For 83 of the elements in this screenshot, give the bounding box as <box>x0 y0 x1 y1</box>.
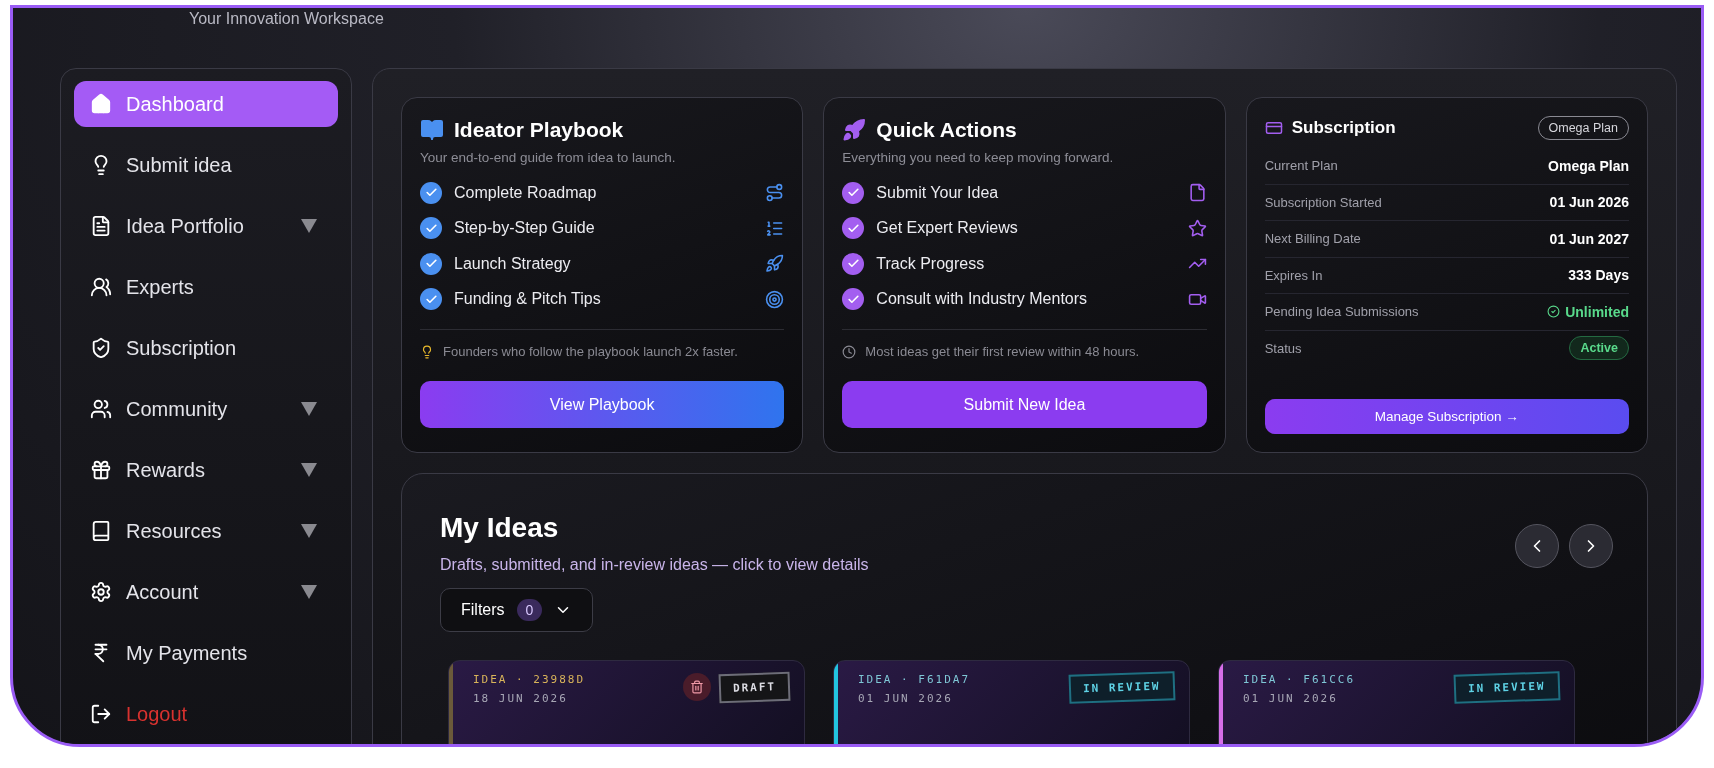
idea-card[interactable]: IDEA · F61DA7 01 JUN 2026 IN REVIEW <box>833 660 1190 744</box>
star-icon <box>1187 218 1207 238</box>
tip-text: Most ideas get their first review within 48 hours. <box>865 344 1140 359</box>
detail-label: Pending Idea Submissions <box>1264 304 1419 320</box>
card-title: Ideator Playbook <box>454 118 624 142</box>
idea-id: IDEA · F61DA7 <box>858 673 971 686</box>
next-button[interactable] <box>1569 524 1613 568</box>
status-badge: Active <box>1569 336 1629 361</box>
sidebar-item[interactable]: Resources <box>74 508 338 554</box>
document-icon <box>90 215 112 237</box>
detail-label: Expires In <box>1264 267 1323 283</box>
idea-card[interactable]: IDEA · F61CC6 01 JUN 2026 IN REVIEW <box>1218 660 1575 744</box>
book-icon <box>90 520 112 542</box>
card-title: Subscription <box>1291 118 1397 138</box>
feature-label: Funding & Pitch Tips <box>454 290 602 309</box>
detail-value: 01 Jun 2026 <box>1549 194 1629 211</box>
card-subtitle: Your end-to-end guide from idea to launch. <box>420 150 677 165</box>
lightbulb-icon <box>420 344 434 359</box>
credit-card-icon <box>1264 119 1283 137</box>
sidebar-item[interactable]: Community <box>74 386 338 432</box>
idea-date: 01 JUN 2026 <box>858 692 954 705</box>
submit-new-idea-button[interactable]: Submit New Idea <box>842 381 1207 428</box>
filters-button[interactable]: Filters 0 <box>440 588 594 632</box>
detail-label: Current Plan <box>1264 158 1338 174</box>
feature-label: Consult with Industry Mentors <box>876 290 1089 309</box>
status-stamp: IN REVIEW <box>1068 671 1176 704</box>
detail-value: 01 Jun 2027 <box>1549 230 1629 247</box>
detail-label: Next Billing Date <box>1264 231 1361 247</box>
feature-label: Track Progress <box>876 254 986 273</box>
logout-icon <box>90 703 112 725</box>
idea-card[interactable]: IDEA · 23988D 18 JUN 2026 DRAFT <box>448 660 805 744</box>
manage-subscription-button[interactable]: Manage Subscription → <box>1264 399 1629 434</box>
sidebar-item[interactable]: Logout <box>74 691 338 737</box>
delete-button[interactable] <box>682 673 711 701</box>
filter-count: 0 <box>516 599 543 621</box>
sidebar-item[interactable]: Idea Portfolio <box>74 203 338 249</box>
sidebar-item[interactable]: Subscription <box>74 325 338 371</box>
check-circle-icon <box>1547 305 1561 319</box>
idea-id: IDEA · F61CC6 <box>1243 673 1356 686</box>
trash-icon <box>689 680 704 694</box>
idea-date: 18 JUN 2026 <box>473 692 569 705</box>
previous-button[interactable] <box>1515 524 1559 568</box>
status-stamp: DRAFT <box>718 671 791 704</box>
rocket-icon <box>842 118 867 142</box>
route-icon <box>765 183 785 203</box>
idea-date: 01 JUN 2026 <box>1243 692 1339 705</box>
users-icon <box>90 398 112 420</box>
detail-label: Status <box>1264 340 1302 356</box>
sidebar-item[interactable]: Account <box>74 569 338 615</box>
clock-icon <box>842 344 857 359</box>
sidebar-item[interactable]: Experts <box>74 264 338 310</box>
document-icon <box>1187 183 1207 203</box>
sidebar-item[interactable]: My Payments <box>74 630 338 676</box>
book-icon <box>420 118 444 142</box>
tip-text: Founders who follow the playbook launch 2x faster. <box>443 344 738 359</box>
detail-value: Unlimited <box>1547 303 1629 320</box>
status-stamp: IN REVIEW <box>1453 671 1561 704</box>
rocket-icon <box>765 254 785 274</box>
detail-value: 333 Days <box>1568 267 1629 284</box>
list-icon <box>765 218 785 238</box>
settings-icon <box>90 581 112 603</box>
card-subtitle: Everything you need to keep moving forward. <box>842 150 1115 165</box>
target-icon <box>765 289 785 309</box>
feature-label: Launch Strategy <box>454 254 572 273</box>
sidebar-item[interactable]: Submit idea <box>74 142 338 188</box>
detail-label: Subscription Started <box>1264 194 1382 210</box>
feature-label: Step-by-Step Guide <box>454 219 596 238</box>
tagline: Your Innovation Workspace <box>189 10 384 28</box>
detail-value: Omega Plan <box>1548 157 1629 174</box>
card-title: Quick Actions <box>876 118 1017 142</box>
section-title: My Ideas <box>440 512 560 544</box>
shield-icon <box>90 337 112 359</box>
people-icon <box>90 276 112 298</box>
idea-id: IDEA · 23988D <box>473 673 586 686</box>
section-subtitle: Drafts, submitted, and in-review ideas — click to view details <box>440 556 869 574</box>
home-icon <box>90 93 112 115</box>
sidebar-item[interactable]: Dashboard <box>74 81 338 127</box>
view-playbook-button[interactable]: View Playbook <box>420 381 785 428</box>
gift-icon <box>90 459 112 481</box>
feature-label: Complete Roadmap <box>454 183 598 202</box>
feature-label: Submit Your Idea <box>876 183 1000 202</box>
sidebar-item[interactable]: Rewards <box>74 447 338 493</box>
feature-label: Get Expert Reviews <box>876 219 1019 238</box>
